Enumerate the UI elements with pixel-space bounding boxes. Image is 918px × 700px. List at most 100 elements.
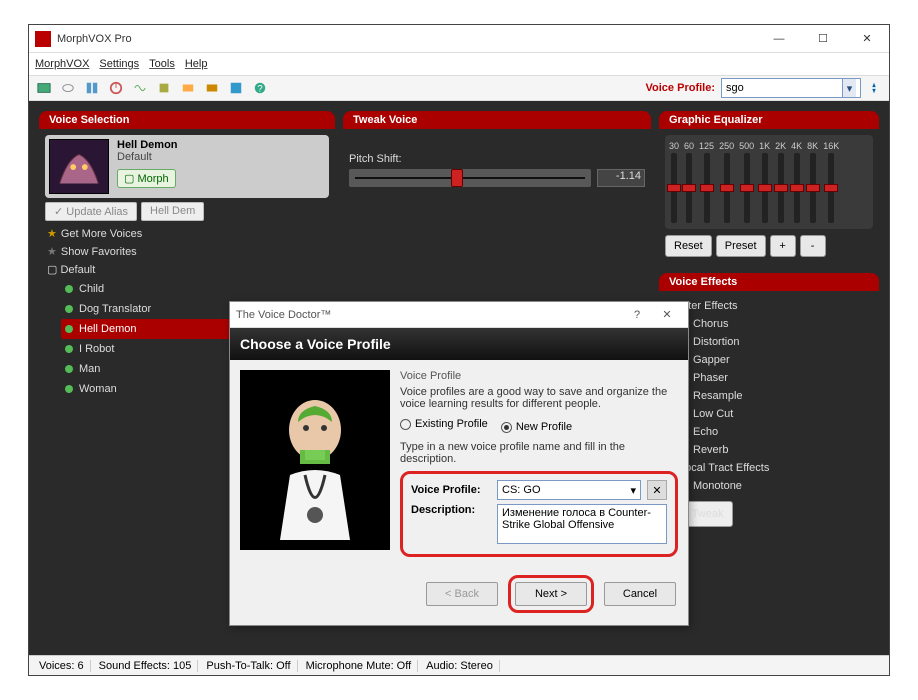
update-alias-button[interactable]: ✓ Update Alias	[45, 202, 137, 221]
statusbar: Voices: 6 Sound Effects: 105 Push-To-Tal…	[29, 655, 889, 675]
toolbar-btn-1[interactable]	[33, 78, 55, 98]
menubar: MorphVOX Settings Tools Help	[29, 53, 889, 75]
equalizer-panel: Graphic Equalizer 30 60 125 250 500 1K 2…	[657, 109, 881, 265]
toolbar: ? Voice Profile: sgo ▾	[29, 75, 889, 101]
toolbar-btn-help[interactable]: ?	[249, 78, 271, 98]
toolbar-btn-8[interactable]	[201, 78, 223, 98]
pitch-value[interactable]: -1.14	[597, 169, 645, 187]
pitch-label: Pitch Shift:	[349, 153, 645, 165]
voice-profile-value: sgo	[726, 82, 744, 94]
eq-minus-button[interactable]: -	[800, 235, 826, 257]
toolbar-btn-4[interactable]	[105, 78, 127, 98]
voice-effects-panel: Voice Effects ▣ After Effects Chorus Dis…	[657, 271, 881, 647]
svg-text:?: ?	[257, 84, 262, 95]
window-title: MorphVOX Pro	[57, 33, 757, 45]
menu-tools[interactable]: Tools	[149, 58, 175, 70]
eq-reset-button[interactable]: Reset	[665, 235, 712, 257]
back-button: < Back	[426, 582, 498, 606]
clear-profile-button[interactable]: ✕	[647, 480, 667, 500]
pitch-slider[interactable]	[349, 169, 591, 187]
effect-lowcut[interactable]: Low Cut	[679, 405, 873, 423]
vp-instruction: Type in a new voice profile name and fil…	[400, 441, 678, 465]
effect-monotone[interactable]: Monotone	[679, 477, 873, 495]
next-button[interactable]: Next >	[515, 582, 587, 606]
effect-echo[interactable]: Echo	[679, 423, 873, 441]
eq-plus-button[interactable]: +	[770, 235, 796, 257]
status-mic: Microphone Mute: Off	[300, 660, 419, 672]
menu-settings[interactable]: Settings	[99, 58, 139, 70]
dialog-close-button[interactable]: ✕	[652, 308, 682, 321]
new-profile-radio[interactable]: New Profile	[501, 421, 572, 433]
desc-label: Description:	[411, 504, 491, 516]
effect-resample[interactable]: Resample	[679, 387, 873, 405]
show-favorites[interactable]: ★Show Favorites	[47, 243, 327, 261]
eq-bands: 30 60 125 250 500 1K 2K 4K 8K 16K	[665, 135, 873, 229]
alias-field[interactable]: Hell Dem	[141, 202, 204, 221]
toolbar-btn-9[interactable]	[225, 78, 247, 98]
menu-help[interactable]: Help	[185, 58, 208, 70]
dialog-title: The Voice Doctor™	[236, 309, 622, 321]
eq-band-4k[interactable]	[794, 153, 800, 223]
description-input[interactable]: Изменение голоса в Counter-Strike Global…	[497, 504, 667, 544]
voice-effects-title: Voice Effects	[659, 273, 879, 291]
voice-selection-title: Voice Selection	[39, 111, 335, 129]
client-area: Voice Selection Hell Demon Default ▢ Mor…	[29, 101, 889, 655]
doctor-image	[240, 370, 390, 550]
eq-band-125[interactable]	[704, 153, 710, 223]
existing-profile-radio[interactable]: Existing Profile	[400, 418, 488, 430]
eq-band-1k[interactable]	[762, 153, 768, 223]
vp-section: Voice Profile	[400, 370, 678, 382]
voice-profile-combo[interactable]: sgo ▾	[721, 78, 861, 98]
toolbar-btn-7[interactable]	[177, 78, 199, 98]
eq-band-60[interactable]	[686, 153, 692, 223]
default-group[interactable]: ▢ Default	[47, 261, 327, 279]
eq-band-250[interactable]	[724, 153, 730, 223]
voice-profile-input[interactable]: CS: GO▾	[497, 480, 641, 500]
toolbar-btn-5[interactable]	[129, 78, 151, 98]
cancel-button[interactable]: Cancel	[604, 582, 676, 606]
toolbar-btn-3[interactable]	[81, 78, 103, 98]
main-window: MorphVOX Pro — ☐ ✕ MorphVOX Settings Too…	[28, 24, 890, 676]
vp-label: Voice Profile:	[411, 484, 491, 496]
form-highlight: Voice Profile: CS: GO▾ ✕ Description: Из…	[400, 471, 678, 557]
chevron-down-icon: ▾	[842, 79, 856, 97]
effect-phaser[interactable]: Phaser	[679, 369, 873, 387]
status-ptt: Push-To-Talk: Off	[200, 660, 297, 672]
toolbar-btn-6[interactable]	[153, 78, 175, 98]
status-audio: Audio: Stereo	[420, 660, 500, 672]
current-voice-name: Hell Demon	[117, 139, 178, 151]
close-button[interactable]: ✕	[845, 25, 889, 53]
effect-reverb[interactable]: Reverb	[679, 441, 873, 459]
dialog-heading: Choose a Voice Profile	[230, 328, 688, 360]
titlebar: MorphVOX Pro — ☐ ✕	[29, 25, 889, 53]
current-voice-header: Hell Demon Default ▢ Morph	[45, 135, 329, 198]
voice-doctor-dialog: The Voice Doctor™ ? ✕ Choose a Voice Pro…	[229, 301, 689, 626]
toolbar-btn-2[interactable]	[57, 78, 79, 98]
menu-morphvox[interactable]: MorphVOX	[35, 58, 89, 70]
morph-button[interactable]: ▢ Morph	[117, 169, 176, 188]
minimize-button[interactable]: —	[757, 25, 801, 53]
voice-profile-tool-icon[interactable]	[863, 78, 885, 98]
vocal-tract-group[interactable]: ▣ Vocal Tract Effects	[665, 459, 873, 477]
get-more-voices[interactable]: ★Get More Voices	[47, 225, 327, 243]
equalizer-title: Graphic Equalizer	[659, 111, 879, 129]
effect-gapper[interactable]: Gapper	[679, 351, 873, 369]
voice-avatar	[49, 139, 109, 194]
eq-band-16k[interactable]	[828, 153, 834, 223]
current-voice-sub: Default	[117, 151, 178, 163]
maximize-button[interactable]: ☐	[801, 25, 845, 53]
dialog-help-button[interactable]: ?	[622, 309, 652, 321]
vp-blurb: Voice profiles are a good way to save an…	[400, 386, 678, 410]
eq-band-30[interactable]	[671, 153, 677, 223]
app-icon	[35, 31, 51, 47]
voice-item-child[interactable]: Child	[61, 279, 327, 299]
effect-distortion[interactable]: Distortion	[679, 333, 873, 351]
tweak-voice-title: Tweak Voice	[343, 111, 651, 129]
eq-band-8k[interactable]	[810, 153, 816, 223]
after-effects-group[interactable]: ▣ After Effects	[665, 297, 873, 315]
eq-preset-button[interactable]: Preset	[716, 235, 766, 257]
effect-chorus[interactable]: Chorus	[679, 315, 873, 333]
voice-profile-label: Voice Profile:	[646, 82, 715, 94]
eq-band-2k[interactable]	[778, 153, 784, 223]
eq-band-500[interactable]	[744, 153, 750, 223]
